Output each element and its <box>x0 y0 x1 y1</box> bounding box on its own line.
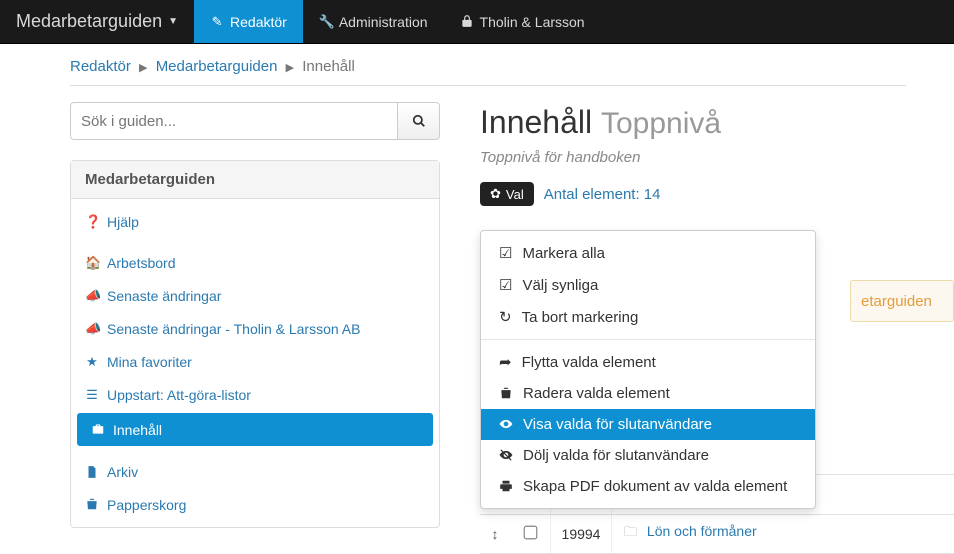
breadcrumb-current: Innehåll <box>302 58 355 75</box>
star-icon: ★ <box>85 354 99 370</box>
wrench-icon: 🔧 <box>319 14 333 30</box>
brand-dropdown[interactable]: Medarbetarguiden ▼ <box>0 0 194 43</box>
sidebar-heading: Medarbetarguiden <box>71 161 439 199</box>
sidebar-item-recent-tl[interactable]: 📣 Senaste ändringar - Tholin & Larsson AB <box>71 312 439 345</box>
dropdown-item-label: Radera valda element <box>523 385 670 402</box>
dropdown-select-visible[interactable]: ☑ Välj synliga <box>481 269 815 301</box>
breadcrumb: Redaktör ▶ Medarbetarguiden ▶ Innehåll <box>70 58 906 86</box>
sidebar-item-label: Papperskorg <box>107 497 186 513</box>
sidebar-item-label: Innehåll <box>113 422 162 438</box>
eye-slash-icon <box>499 447 513 464</box>
briefcase-icon <box>91 422 105 437</box>
spacer <box>71 238 439 246</box>
sidebar-item-label: Senaste ändringar <box>107 288 221 304</box>
print-icon <box>499 478 513 495</box>
dropdown-move[interactable]: ➦ Flytta valda element <box>481 346 815 378</box>
breadcrumb-guide[interactable]: Medarbetarguiden <box>156 58 278 75</box>
list-icon: ☰ <box>85 387 99 403</box>
dropdown-delete[interactable]: Radera valda element <box>481 378 815 409</box>
search-icon <box>412 113 426 129</box>
dropdown-select-all[interactable]: ☑ Markera alla <box>481 237 815 269</box>
nav-tholin-larsson[interactable]: Tholin & Larsson <box>444 0 601 43</box>
trash-icon <box>499 385 513 402</box>
sidebar-item-content[interactable]: Innehåll <box>77 413 433 446</box>
drag-handle-icon[interactable]: ↕ <box>480 526 510 542</box>
sidebar-item-label: Senaste ändringar - Tholin & Larsson AB <box>107 321 360 337</box>
val-label: Val <box>506 187 524 202</box>
page-title-main: Innehåll <box>480 104 592 140</box>
chevron-right-icon: ▶ <box>139 62 147 74</box>
check-icon: ☑ <box>499 244 512 262</box>
page-title-sub: Toppnivå <box>601 107 721 140</box>
home-icon: 🏠 <box>85 255 99 271</box>
page-subtitle: Toppnivå för handboken <box>480 149 906 166</box>
caret-down-icon: ▼ <box>168 16 178 27</box>
val-dropdown: ☑ Markera alla ☑ Välj synliga ↻ Ta bort … <box>480 230 816 509</box>
pencil-icon: ✎ <box>210 14 224 30</box>
sidebar-item-archive[interactable]: Arkiv <box>71 456 439 489</box>
sidebar-item-trash[interactable]: Papperskorg <box>71 488 439 521</box>
dropdown-deselect[interactable]: ↻ Ta bort markering <box>481 301 815 333</box>
bullhorn-icon: 📣 <box>85 321 99 337</box>
sidebar-item-label: Arbetsbord <box>107 255 175 271</box>
dropdown-item-label: Visa valda för slutanvändare <box>523 416 712 433</box>
brand-label: Medarbetarguiden <box>16 11 162 32</box>
refresh-icon: ↻ <box>499 308 512 326</box>
lock-icon <box>460 14 474 29</box>
gear-icon: ✿ <box>490 186 501 202</box>
nav-administration[interactable]: 🔧 Administration <box>303 0 444 43</box>
nav-editor-label: Redaktör <box>230 14 287 30</box>
eye-icon <box>499 416 513 433</box>
sidebar-item-todo[interactable]: ☰ Uppstart: Att-göra-listor <box>71 378 439 411</box>
spacer <box>71 448 439 456</box>
search-input[interactable] <box>70 102 398 140</box>
check-icon: ☑ <box>499 276 512 294</box>
search-button[interactable] <box>398 102 440 140</box>
search-group <box>70 102 440 140</box>
dropdown-item-label: Ta bort markering <box>522 309 639 326</box>
sidebar-item-help[interactable]: ❓ Hjälp <box>71 205 439 238</box>
dropdown-item-label: Dölj valda för slutanvändare <box>523 447 709 464</box>
folder-icon: 🗀 <box>624 524 637 539</box>
dropdown-item-label: Flytta valda element <box>522 354 656 371</box>
dropdown-item-label: Skapa PDF dokument av valda element <box>523 478 787 495</box>
sidebar-item-recent[interactable]: 📣 Senaste ändringar <box>71 279 439 312</box>
sidebar-item-label: Hjälp <box>107 214 139 230</box>
sidebar-item-label: Uppstart: Att-göra-listor <box>107 387 251 403</box>
sidebar-item-label: Arkiv <box>107 464 138 480</box>
row-link[interactable]: Lön och förmåner <box>647 523 757 539</box>
sidebar-item-desktop[interactable]: 🏠 Arbetsbord <box>71 246 439 279</box>
dropdown-item-label: Markera alla <box>522 245 605 262</box>
nav-admin-label: Administration <box>339 14 428 30</box>
sidebar-item-favorites[interactable]: ★ Mina favoriter <box>71 345 439 378</box>
chevron-right-icon: ▶ <box>286 62 294 74</box>
row-id: 19994 <box>550 515 612 553</box>
top-navbar: Medarbetarguiden ▼ ✎ Redaktör 🔧 Administ… <box>0 0 954 44</box>
bullhorn-icon: 📣 <box>85 288 99 304</box>
breadcrumb-editor[interactable]: Redaktör <box>70 58 131 75</box>
divider <box>481 339 815 340</box>
dropdown-hide[interactable]: Dölj valda för slutanvändare <box>481 440 815 471</box>
dropdown-item-label: Välj synliga <box>522 277 598 294</box>
row-tag-label: etarguiden <box>861 293 932 310</box>
dropdown-show[interactable]: Visa valda för slutanvändare <box>481 409 815 440</box>
sidebar-item-label: Mina favoriter <box>107 354 192 370</box>
element-count-link[interactable]: Antal element: 14 <box>544 186 661 203</box>
dropdown-pdf[interactable]: Skapa PDF dokument av valda element <box>481 471 815 502</box>
question-icon: ❓ <box>85 214 99 230</box>
page-title: Innehåll Toppnivå <box>480 104 906 141</box>
nav-editor[interactable]: ✎ Redaktör <box>194 0 303 43</box>
file-icon <box>85 465 99 480</box>
row-tag-partial[interactable]: etarguiden <box>850 280 954 322</box>
table-row: ↕ 19994 🗀 Lön och förmåner <box>480 514 954 554</box>
sidebar-panel: Medarbetarguiden ❓ Hjälp 🏠 Arbetsbord 📣 Sen… <box>70 160 440 528</box>
val-button[interactable]: ✿ Val <box>480 182 534 206</box>
share-icon: ➦ <box>499 353 512 371</box>
nav-tl-label: Tholin & Larsson <box>480 14 585 30</box>
trash-icon <box>85 497 99 512</box>
